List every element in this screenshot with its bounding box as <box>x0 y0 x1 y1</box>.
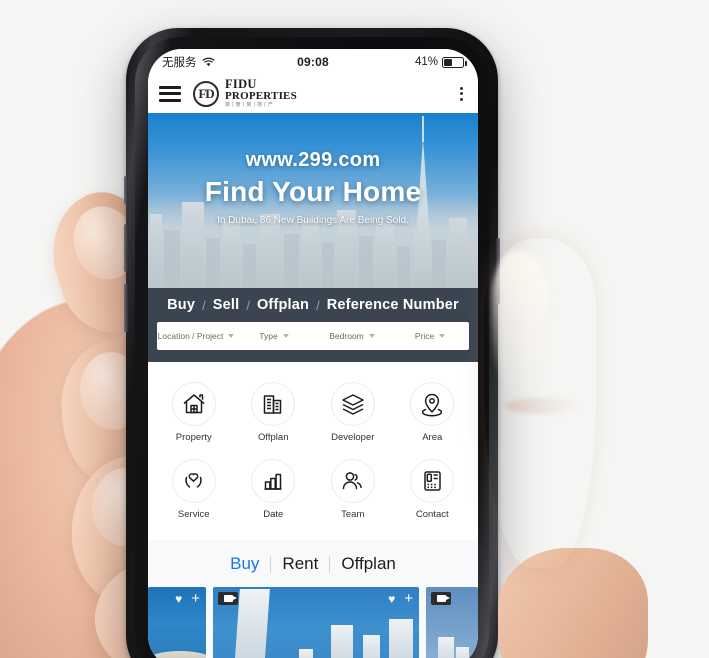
shortcut-label: Area <box>422 432 443 443</box>
search-category-tabs: Buy / Sell / Offplan / Reference Number <box>148 297 478 313</box>
tab-divider <box>270 555 272 573</box>
phone-screen: 无服务 09:08 41% FD FIDU PROPERTIES 菲 | 度 |… <box>148 49 478 658</box>
video-camera-icon <box>218 592 238 605</box>
screenshot-root: 无服务 09:08 41% FD FIDU PROPERTIES 菲 | 度 |… <box>0 0 709 658</box>
filter-label: Type <box>259 331 278 341</box>
shortcut-label: Date <box>263 509 284 520</box>
house-icon <box>171 382 216 426</box>
hero-text-block: www.299.com Find Your Home In Dubai, 86 … <box>148 149 478 226</box>
listing-card-carousel[interactable]: ♥ + ♥ + <box>148 587 478 658</box>
video-camera-icon <box>431 592 451 605</box>
card-actions: ♥ + <box>175 591 200 606</box>
thumb-base <box>498 548 648 658</box>
tab-separator: / <box>246 297 250 313</box>
hero-website-url: www.299.com <box>245 149 381 171</box>
search-tab-sell[interactable]: Sell <box>213 297 240 313</box>
thumb-highlight <box>492 250 548 400</box>
app-header: FD FIDU PROPERTIES 菲 | 度 | 房 | 地 | 产 <box>148 75 478 113</box>
listing-tabs: Buy Rent Offplan <box>148 540 478 587</box>
buildings-icon <box>251 382 296 426</box>
brand-logo[interactable]: FD FIDU PROPERTIES 菲 | 度 | 房 | 地 | 产 <box>193 78 297 108</box>
shortcut-row-1: Property Offplan Developer Area <box>154 376 472 453</box>
shortcut-property[interactable]: Property <box>154 376 234 453</box>
shortcut-developer[interactable]: Developer <box>313 376 393 453</box>
filter-label: Bedroom <box>329 331 364 341</box>
layers-icon <box>330 382 375 426</box>
heart-icon[interactable]: ♥ <box>388 593 395 605</box>
volume-down-button[interactable] <box>124 284 128 332</box>
heart-icon[interactable]: ♥ <box>175 593 182 605</box>
search-tab-reference-number[interactable]: Reference Number <box>327 297 459 313</box>
shortcut-date[interactable]: Date <box>234 453 314 530</box>
filter-bedroom[interactable]: Bedroom <box>313 331 391 341</box>
filter-label: Location / Project <box>157 331 224 341</box>
listing-tab-rent[interactable]: Rent <box>282 554 318 574</box>
hamburger-menu-icon[interactable] <box>159 85 181 102</box>
heart-in-hands-icon <box>171 459 216 503</box>
card-actions: ♥ + <box>388 591 413 606</box>
tab-separator: / <box>202 297 206 313</box>
search-tab-buy[interactable]: Buy <box>167 297 195 313</box>
shortcut-label: Property <box>175 432 212 443</box>
filter-type[interactable]: Type <box>235 331 313 341</box>
shortcut-area[interactable]: Area <box>393 376 473 453</box>
chevron-down-icon <box>368 334 375 338</box>
people-icon <box>330 459 375 503</box>
hero-subtitle: In Dubai, 86 New Buildings Are Being Sol… <box>217 215 409 226</box>
tab-divider <box>329 555 331 573</box>
filter-label: Price <box>414 331 435 341</box>
logo-mark-icon: FD <box>193 80 219 107</box>
clock: 09:08 <box>297 55 329 69</box>
card-image <box>148 651 206 658</box>
shortcut-team[interactable]: Team <box>313 453 393 530</box>
mute-switch[interactable] <box>124 176 128 204</box>
kebab-menu-icon[interactable] <box>456 83 467 105</box>
phone-device: 无服务 09:08 41% FD FIDU PROPERTIES 菲 | 度 |… <box>124 28 500 658</box>
bar-chart-icon <box>251 459 296 503</box>
shortcut-label: Team <box>341 509 365 520</box>
shortcut-label: Service <box>177 509 210 520</box>
status-bar: 无服务 09:08 41% <box>148 49 478 75</box>
filter-price[interactable]: Price <box>391 331 469 341</box>
thumb-knuckle <box>505 398 579 414</box>
listing-tab-buy[interactable]: Buy <box>230 554 259 574</box>
shortcut-label: Contact <box>415 509 449 520</box>
hero-banner: www.299.com Find Your Home In Dubai, 86 … <box>148 113 478 288</box>
chevron-down-icon <box>439 334 446 338</box>
shortcut-row-2: Service Date Team Contact <box>154 453 472 530</box>
shortcut-service[interactable]: Service <box>154 453 234 530</box>
hero-headline: Find Your Home <box>204 176 422 207</box>
shortcut-grid: Property Offplan Developer Area Service … <box>148 362 478 540</box>
volume-up-button[interactable] <box>124 224 128 272</box>
tab-separator: / <box>316 297 320 313</box>
listing-card[interactable] <box>426 587 478 658</box>
brand-name-chinese: 菲 | 度 | 房 | 地 | 产 <box>225 102 274 109</box>
plus-icon[interactable]: + <box>404 591 413 606</box>
shortcut-label: Offplan <box>258 432 289 443</box>
shortcut-contact[interactable]: Contact <box>393 453 473 530</box>
search-tab-offplan[interactable]: Offplan <box>257 297 309 313</box>
telephone-icon <box>410 459 455 503</box>
shortcut-label: Developer <box>331 432 375 443</box>
filter-location-project[interactable]: Location / Project <box>157 331 235 341</box>
listing-card[interactable]: ♥ + <box>148 587 206 658</box>
chevron-down-icon <box>282 334 289 338</box>
shortcut-offplan[interactable]: Offplan <box>234 376 314 453</box>
plus-icon[interactable]: + <box>191 591 200 606</box>
chevron-down-icon <box>228 334 235 338</box>
brand-text: FIDU PROPERTIES 菲 | 度 | 房 | 地 | 产 <box>225 78 297 108</box>
battery-icon <box>442 56 467 68</box>
listing-card[interactable]: ♥ + <box>213 587 419 658</box>
search-nav-section: Buy / Sell / Offplan / Reference Number … <box>148 288 478 362</box>
listing-tab-offplan[interactable]: Offplan <box>341 554 396 574</box>
power-button[interactable] <box>496 238 500 304</box>
search-filter-bar: Location / Project Type Bedroom Price <box>157 322 469 350</box>
location-pin-icon <box>410 382 455 426</box>
thumb <box>484 238 596 568</box>
brand-name-line2: PROPERTIES <box>225 90 297 103</box>
